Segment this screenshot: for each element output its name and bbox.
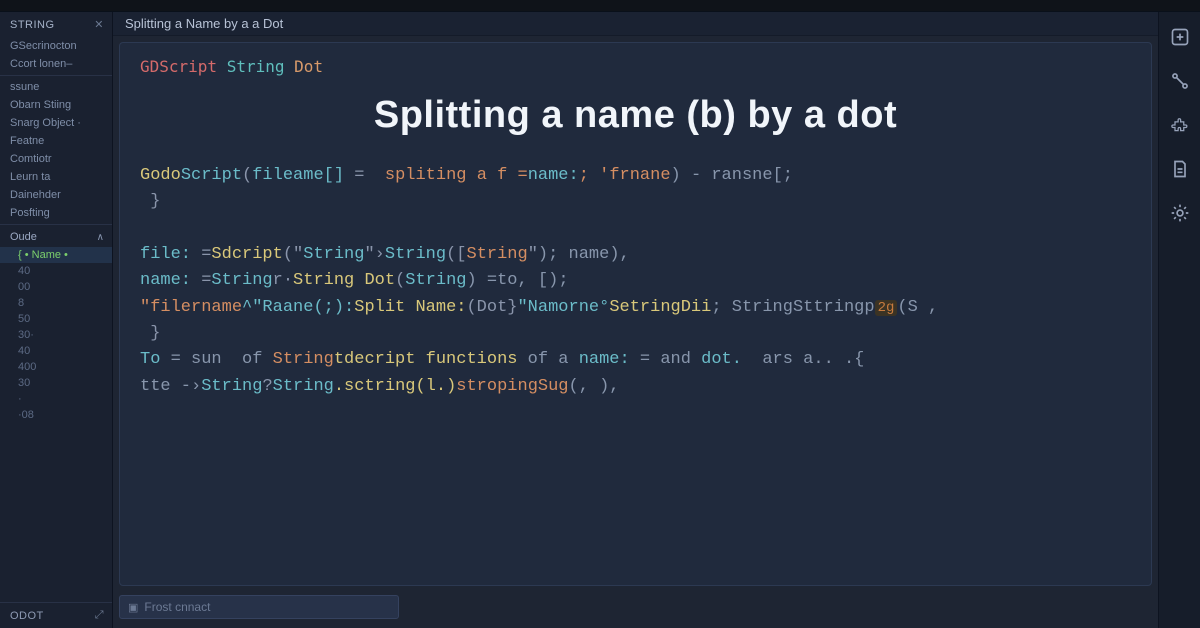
- sidebar-item[interactable]: Leurn ta: [0, 168, 112, 186]
- gear-icon[interactable]: [1169, 202, 1191, 224]
- sidebar-item[interactable]: Obarn Stiing: [0, 96, 112, 114]
- main-area: Splitting a Name by a a Dot GDScript Str…: [113, 12, 1158, 628]
- sidebar-item[interactable]: Ccort lonen–: [0, 55, 112, 73]
- sidebar-section-header[interactable]: STRING ✕: [0, 12, 112, 37]
- bottom-bar: ▣ Frost cnnact: [119, 592, 1152, 622]
- tag-dot: Dot: [294, 57, 323, 76]
- sidebar-item[interactable]: GSecrinocton: [0, 37, 112, 55]
- tree-item[interactable]: 8: [0, 295, 112, 311]
- tag-string: String: [227, 57, 285, 76]
- tree-item[interactable]: 00: [0, 279, 112, 295]
- sidebar-footer[interactable]: ODOT ⤢: [0, 602, 112, 628]
- document-icon[interactable]: [1169, 158, 1191, 180]
- command-input[interactable]: ▣ Frost cnnact: [119, 595, 399, 619]
- sidebar-item[interactable]: Posfting: [0, 204, 112, 222]
- tree-header[interactable]: Oude ∧: [0, 227, 112, 247]
- prompt-icon: ▣: [128, 601, 138, 614]
- sidebar-section-title: STRING: [10, 19, 55, 31]
- tab-bar: Splitting a Name by a a Dot: [113, 12, 1158, 36]
- tag-row: GDScript String Dot: [140, 57, 1131, 76]
- tree-header-label: Oude: [10, 231, 37, 243]
- command-input-placeholder: Frost cnnact: [144, 600, 210, 614]
- tree-item[interactable]: 40: [0, 343, 112, 359]
- chevron-up-icon: ∧: [97, 232, 104, 243]
- sidebar-item[interactable]: Snarg Object ·: [0, 114, 112, 132]
- right-rail: [1158, 12, 1200, 628]
- sidebar-item[interactable]: Dainehder: [0, 186, 112, 204]
- puzzle-icon[interactable]: [1169, 114, 1191, 136]
- tag-gdscript: GDScript: [140, 57, 217, 76]
- sidebar-item[interactable]: Featne: [0, 132, 112, 150]
- tree-item[interactable]: 30·: [0, 327, 112, 343]
- sidebar: STRING ✕ GSecrinocton Ccort lonen– ssune…: [0, 12, 113, 628]
- path-icon[interactable]: [1169, 70, 1191, 92]
- sidebar-item[interactable]: Comtiotr: [0, 150, 112, 168]
- code-block[interactable]: GodoScript(fileame[] = spliting a f =nam…: [140, 163, 1131, 400]
- sidebar-footer-label: ODOT: [10, 610, 44, 622]
- page-title: Splitting a name (b) by a dot: [140, 94, 1131, 137]
- editor-panel: GDScript String Dot Splitting a name (b)…: [119, 42, 1152, 586]
- window-top-strip: [0, 0, 1200, 12]
- expand-icon[interactable]: ⤢: [95, 609, 104, 622]
- tree-item[interactable]: 40: [0, 263, 112, 279]
- tree-item[interactable]: 400: [0, 359, 112, 375]
- tree-item[interactable]: 30: [0, 375, 112, 391]
- tree-item[interactable]: { • Name •: [0, 247, 112, 263]
- tab-active[interactable]: Splitting a Name by a a Dot: [125, 16, 283, 31]
- tree-item[interactable]: ·08: [0, 407, 112, 423]
- divider: [0, 224, 112, 225]
- divider: [0, 75, 112, 76]
- sidebar-item[interactable]: ssune: [0, 78, 112, 96]
- tree-item[interactable]: 50: [0, 311, 112, 327]
- tree-item[interactable]: ·: [0, 391, 112, 407]
- close-icon[interactable]: ✕: [94, 18, 104, 31]
- square-plus-icon[interactable]: [1169, 26, 1191, 48]
